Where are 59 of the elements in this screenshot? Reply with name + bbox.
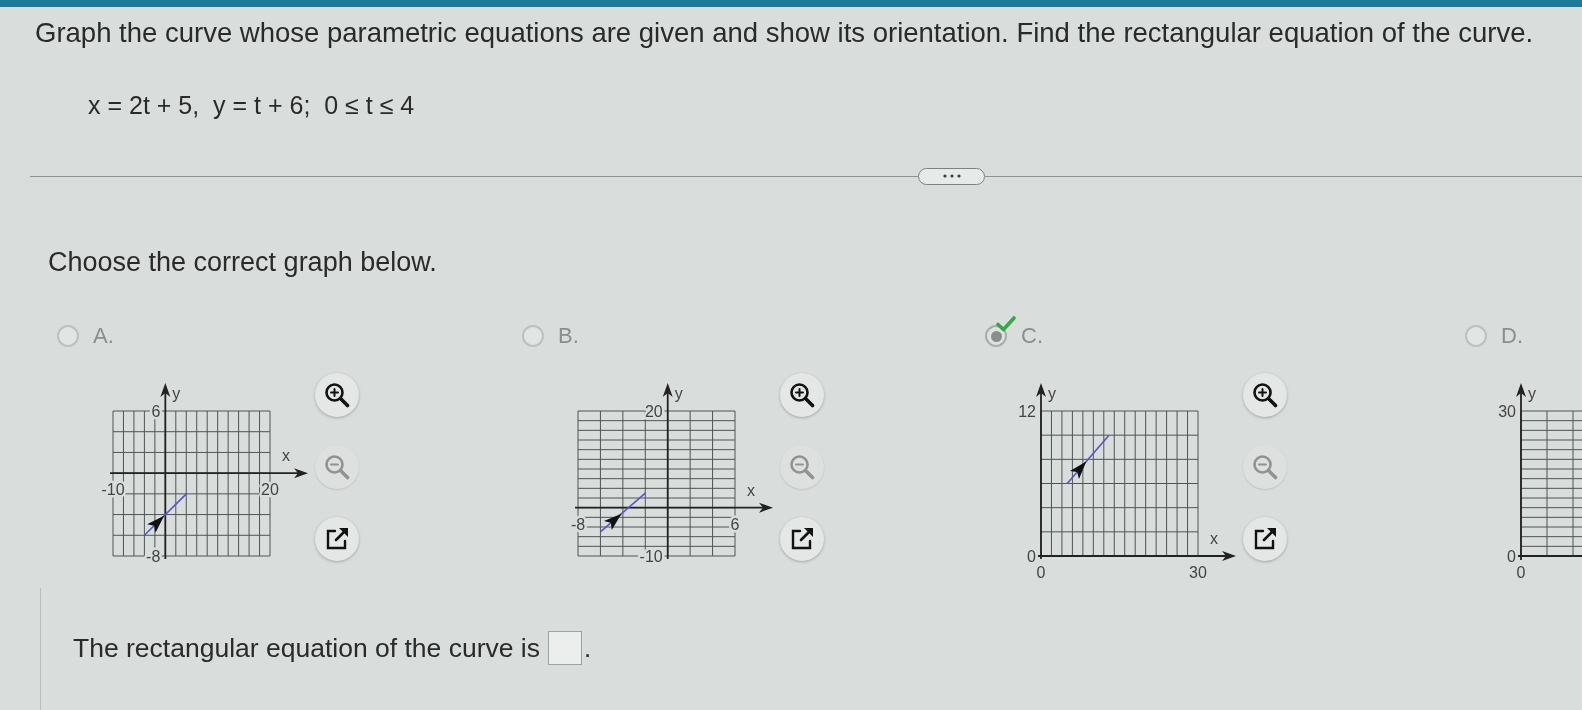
axis-label: x xyxy=(1210,530,1218,547)
axis-label: y xyxy=(1528,385,1536,402)
zoom-in-icon xyxy=(1252,382,1278,408)
axis-tick-label: 20 xyxy=(261,481,279,499)
radio-button[interactable] xyxy=(1465,325,1487,347)
curve-line xyxy=(143,493,188,537)
zoom-in-button[interactable] xyxy=(1243,373,1287,417)
open-in-window-button[interactable] xyxy=(1243,517,1287,561)
zoom-out-icon xyxy=(324,454,350,480)
axis-tick-label: 30 xyxy=(1498,403,1516,420)
zoom-out-icon xyxy=(1252,454,1278,480)
axis-tick-label: 0 xyxy=(1516,564,1526,581)
direction-arrow xyxy=(603,513,622,530)
axis-tick-label: 20 xyxy=(644,403,663,420)
axis-tick-label: 6 xyxy=(730,515,740,533)
curve-line xyxy=(599,492,647,533)
radio-button[interactable] xyxy=(522,325,544,347)
question-text: Graph the curve whose parametric equations are given and show its orientation. Find the rectangular equation of the curve. xyxy=(34,16,1534,50)
axis-tick-label: 30 xyxy=(1189,564,1207,581)
option-label[interactable]: B. xyxy=(558,322,579,350)
direction-arrow xyxy=(1069,461,1087,479)
axis-tick-label: -10 xyxy=(639,548,663,565)
zoom-out-icon xyxy=(789,454,815,480)
zoom-in-button[interactable] xyxy=(315,373,359,417)
zoom-in-button[interactable] xyxy=(780,373,824,417)
direction-arrow xyxy=(147,515,165,533)
option-label[interactable]: A. xyxy=(93,322,114,350)
external-link-icon xyxy=(325,527,349,551)
open-in-window-button[interactable] xyxy=(780,517,824,561)
prompt-text: Choose the correct graph below. xyxy=(48,246,437,278)
period-text: . xyxy=(584,632,592,664)
axis-tick-label: 0 xyxy=(1507,548,1516,565)
axis-label: y xyxy=(674,385,683,402)
zoom-in-icon xyxy=(324,382,350,408)
axis-tick-label: -8 xyxy=(146,548,161,565)
axis-tick-label: 0 xyxy=(1027,548,1036,565)
axis-tick-label: 12 xyxy=(1018,403,1036,420)
axis-tick-label: 6 xyxy=(151,403,161,420)
answer-prompt-text: The rectangular equation of the curve is xyxy=(73,632,540,664)
external-link-icon xyxy=(1253,527,1277,551)
external-link-icon xyxy=(790,527,814,551)
open-in-window-button[interactable] xyxy=(315,517,359,561)
axis-label: x xyxy=(747,481,755,499)
axis-tick-label: -8 xyxy=(570,515,586,533)
more-button[interactable] xyxy=(918,167,985,185)
axis-label: y xyxy=(172,385,181,402)
axis-label: x xyxy=(282,447,290,465)
x-axis xyxy=(1517,555,1582,557)
option-label[interactable]: D. xyxy=(1501,322,1523,350)
answer-box[interactable] xyxy=(548,631,582,665)
ellipsis-icon xyxy=(942,174,961,178)
curve-line xyxy=(1066,434,1110,485)
equation-text: x = 2t + 5, y = t + 6; 0 ≤ t ≤ 4 xyxy=(88,90,415,120)
radio-button[interactable] xyxy=(57,325,79,347)
axis-label: y xyxy=(1048,385,1056,402)
option-label[interactable]: C. xyxy=(1021,322,1043,350)
zoom-in-icon xyxy=(789,382,815,408)
axis-tick-label: 0 xyxy=(1036,564,1046,581)
radio-button[interactable] xyxy=(985,325,1007,347)
